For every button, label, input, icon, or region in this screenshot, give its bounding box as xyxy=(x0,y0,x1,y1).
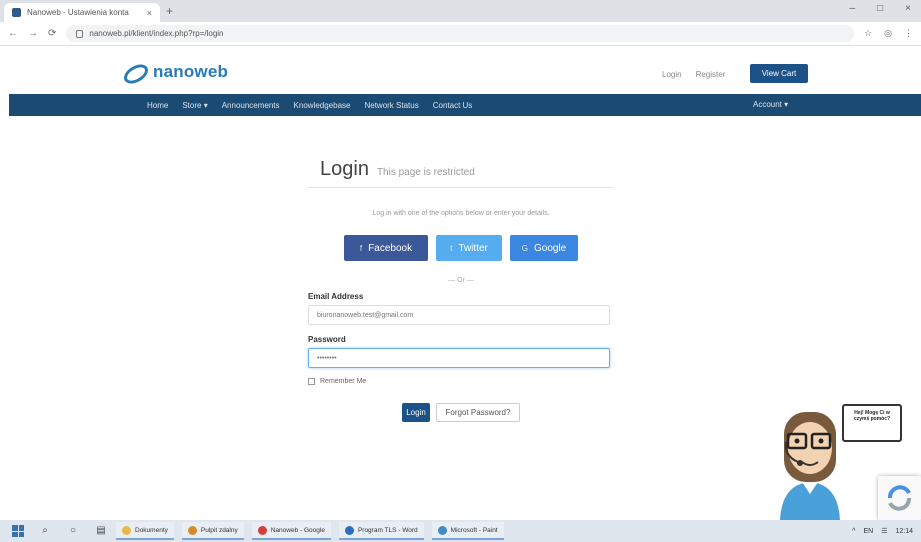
login-button[interactable]: Login xyxy=(402,403,430,422)
recaptcha-badge[interactable] xyxy=(878,476,921,520)
taskbar-app-paint[interactable]: Microsoft - Paint xyxy=(431,522,504,540)
browser-toolbar: ← → ⟳ nanoweb.pl/klient/index.php?rp=/lo… xyxy=(0,22,921,46)
page-title: Login xyxy=(320,158,369,180)
social-login-buttons: f Facebook t Twitter G Google xyxy=(308,235,614,261)
maximize-icon[interactable]: □ xyxy=(877,3,883,14)
remember-checkbox[interactable] xyxy=(308,378,315,385)
forgot-password-button[interactable]: Forgot Password? xyxy=(436,403,520,422)
back-icon[interactable]: ← xyxy=(8,28,18,39)
lock-icon xyxy=(76,29,84,38)
nav-home[interactable]: Home xyxy=(147,101,168,110)
twitter-login-button[interactable]: t Twitter xyxy=(436,235,502,261)
nav-announcements[interactable]: Announcements xyxy=(222,101,280,110)
recaptcha-icon xyxy=(888,485,911,511)
task-view-icon[interactable]: ○ xyxy=(66,525,80,537)
nav-contact[interactable]: Contact Us xyxy=(433,101,473,110)
password-value: •••••••• xyxy=(317,354,337,362)
email-value: biuronanoweb.test@gmail.com xyxy=(317,311,414,319)
reload-icon[interactable]: ⟳ xyxy=(48,28,56,39)
close-window-icon[interactable]: × xyxy=(905,3,911,14)
site-favicon-icon xyxy=(12,8,21,17)
search-icon[interactable]: ⌕ xyxy=(38,525,52,537)
remember-me[interactable]: Remember Me xyxy=(308,378,614,385)
start-icon[interactable] xyxy=(12,525,24,537)
file-explorer-icon[interactable]: ▤ xyxy=(94,525,108,537)
browser-tab[interactable]: Nanoweb - Ustawienia konta × xyxy=(4,3,160,22)
google-label: Google xyxy=(533,242,567,254)
main-navbar: Home Store ▾ Announcements Knowledgebase… xyxy=(9,94,921,116)
bookmark-star-icon[interactable]: ☆ xyxy=(864,28,872,39)
menu-icon[interactable]: ⋮ xyxy=(904,28,913,39)
login-actions: Login Forgot Password? xyxy=(308,403,614,422)
facebook-login-button[interactable]: f Facebook xyxy=(344,235,428,261)
clock[interactable]: 12:14 xyxy=(895,528,913,535)
chrome-icon xyxy=(257,525,267,535)
assistant-speech-bubble: Hej! Mogę Ci w czymś pomóc? xyxy=(842,404,902,442)
tab-close-icon[interactable]: × xyxy=(147,8,152,18)
logo-mark-icon xyxy=(123,62,147,82)
system-tray: ^ EN ☰ 12:14 xyxy=(852,527,921,536)
page-subtitle: This page is restricted xyxy=(376,167,475,178)
email-label: Email Address xyxy=(308,292,364,301)
taskbar-app-remote[interactable]: Pulpit zdalny xyxy=(181,522,244,540)
login-panel: Login This page is restricted Log in wit… xyxy=(308,158,614,422)
login-heading: Login This page is restricted xyxy=(308,158,614,188)
twitter-label: Twitter xyxy=(458,242,488,254)
view-cart-button[interactable]: View Cart xyxy=(750,64,808,83)
url-text: nanoweb.pl/klient/index.php?rp=/login xyxy=(89,29,224,38)
header-login-link[interactable]: Login xyxy=(662,70,682,79)
toolbar-icons: ☆ ◎ ⋮ xyxy=(864,28,913,39)
header-register-link[interactable]: Register xyxy=(696,70,726,79)
site-header: nanoweb Login Register View Cart xyxy=(0,46,921,94)
minimize-icon[interactable]: – xyxy=(850,3,856,14)
site-logo[interactable]: nanoweb xyxy=(123,62,228,82)
notifications-icon[interactable]: ☰ xyxy=(881,527,887,535)
taskbar-app-chrome[interactable]: Nanoweb - Google xyxy=(251,522,331,540)
remember-label: Remember Me xyxy=(320,378,367,385)
email-field[interactable]: biuronanoweb.test@gmail.com xyxy=(308,305,610,325)
folder-icon xyxy=(122,525,131,535)
login-description: Log in with one of the options below or … xyxy=(372,210,550,217)
tray-expand-icon[interactable]: ^ xyxy=(852,528,855,535)
nav-knowledgebase[interactable]: Knowledgebase xyxy=(294,101,351,110)
or-divider: — Or — xyxy=(448,277,474,284)
facebook-label: Facebook xyxy=(368,242,413,254)
nav-account[interactable]: Account ▾ xyxy=(753,100,788,109)
paint-icon xyxy=(437,525,447,535)
taskbar-app-word[interactable]: Program TLS - Word xyxy=(338,522,424,540)
browser-tab-strip: Nanoweb - Ustawienia konta × + – □ × xyxy=(0,0,921,22)
profile-icon[interactable]: ◎ xyxy=(884,28,892,39)
header-links: Login Register xyxy=(662,70,725,79)
word-icon xyxy=(344,525,354,535)
logo-text: nanoweb xyxy=(153,62,229,81)
language-indicator[interactable]: EN xyxy=(863,528,873,535)
tab-title: Nanoweb - Ustawienia konta xyxy=(27,8,129,17)
forward-icon[interactable]: → xyxy=(28,28,38,39)
password-label: Password xyxy=(308,335,346,344)
os-taskbar: ⌕ ○ ▤ Dokumenty Pulpit zdalny Nanoweb - … xyxy=(0,520,921,542)
taskbar-app-documents[interactable]: Dokumenty xyxy=(116,522,174,540)
window-controls: – □ × xyxy=(850,3,911,14)
new-tab-button[interactable]: + xyxy=(166,5,173,17)
facebook-icon: f xyxy=(359,243,363,253)
password-field[interactable]: •••••••• xyxy=(308,348,610,368)
google-icon: G xyxy=(521,243,528,253)
remote-desktop-icon xyxy=(187,525,197,535)
twitter-icon: t xyxy=(450,243,453,253)
google-login-button[interactable]: G Google xyxy=(510,235,578,261)
nav-network-status[interactable]: Network Status xyxy=(364,101,418,110)
nav-store[interactable]: Store ▾ xyxy=(182,101,207,110)
address-bar[interactable]: nanoweb.pl/klient/index.php?rp=/login xyxy=(66,25,855,42)
